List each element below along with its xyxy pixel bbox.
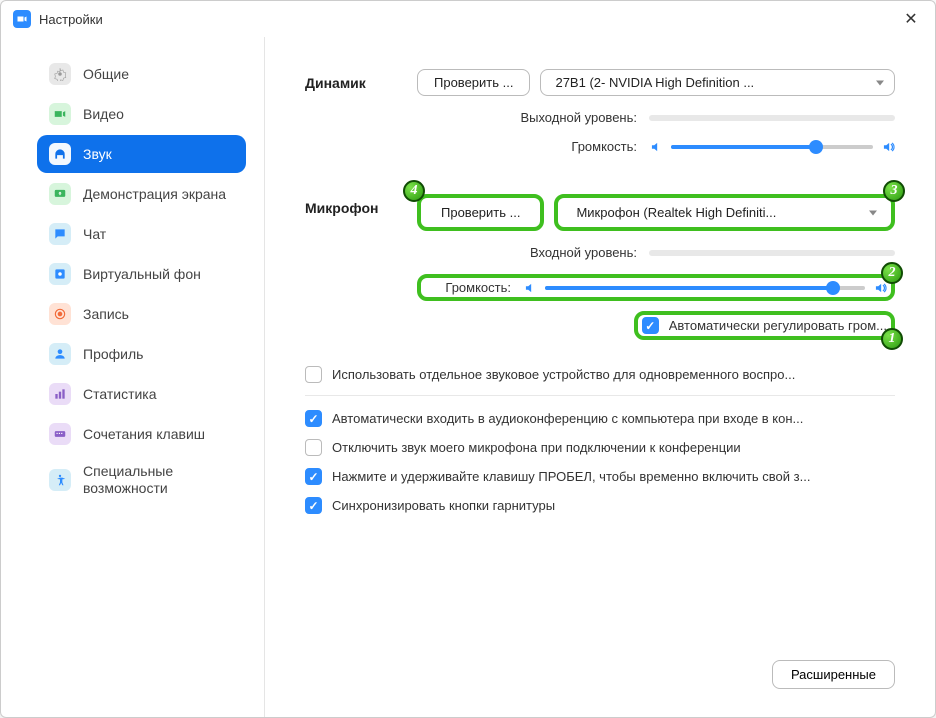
sidebar-item-label: Сочетания клавиш bbox=[83, 426, 205, 442]
volume-high-icon bbox=[873, 281, 887, 295]
separate-device-checkbox[interactable]: Использовать отдельное звуковое устройст… bbox=[305, 366, 895, 383]
stats-icon bbox=[49, 383, 71, 405]
chat-icon bbox=[49, 223, 71, 245]
headphones-icon bbox=[49, 143, 71, 165]
checkbox-icon bbox=[305, 468, 322, 485]
auto-join-audio-checkbox[interactable]: Автоматически входить в аудиоконференцию… bbox=[305, 410, 895, 427]
checkbox-label: Синхронизировать кнопки гарнитуры bbox=[332, 498, 895, 513]
sidebar-item-profile[interactable]: Профиль bbox=[37, 335, 246, 373]
speaker-section-label: Динамик bbox=[305, 69, 417, 91]
sidebar-item-shortcuts[interactable]: Сочетания клавиш bbox=[37, 415, 246, 453]
sidebar-item-recording[interactable]: Запись bbox=[37, 295, 246, 333]
auto-adjust-label: Автоматически регулировать гром... bbox=[669, 318, 887, 333]
sidebar-item-stats[interactable]: Статистика bbox=[37, 375, 246, 413]
sidebar-item-virtual-bg[interactable]: Виртуальный фон bbox=[37, 255, 246, 293]
advanced-button[interactable]: Расширенные bbox=[772, 660, 895, 689]
sidebar-item-label: Профиль bbox=[83, 346, 143, 362]
annotation-badge-2: 2 bbox=[881, 262, 903, 284]
accessibility-icon bbox=[49, 469, 71, 491]
sidebar-item-label: Видео bbox=[83, 106, 124, 122]
sidebar: Общие Видео Звук Демонстрация экрана Чат… bbox=[1, 37, 265, 717]
sidebar-item-accessibility[interactable]: Специальные возможности bbox=[37, 455, 246, 505]
sidebar-item-video[interactable]: Видео bbox=[37, 95, 246, 133]
mic-test-button[interactable]: Проверить ... bbox=[425, 200, 536, 225]
checkbox-label: Автоматически входить в аудиоконференцию… bbox=[332, 411, 895, 426]
keyboard-icon bbox=[49, 423, 71, 445]
output-level-label: Выходной уровень: bbox=[417, 110, 637, 125]
mic-volume-slider[interactable] bbox=[545, 286, 865, 290]
record-icon bbox=[49, 303, 71, 325]
sidebar-item-audio[interactable]: Звук bbox=[37, 135, 246, 173]
mic-volume-label: Громкость: bbox=[425, 280, 511, 295]
mic-device-dropdown[interactable]: Микрофон (Realtek High Definiti... bbox=[562, 200, 887, 225]
video-icon bbox=[49, 103, 71, 125]
checkbox-icon bbox=[642, 317, 659, 334]
annotation-badge-4: 4 bbox=[403, 180, 425, 202]
content-pane: Динамик Проверить ... 27B1 (2- NVIDIA Hi… bbox=[265, 37, 935, 717]
divider bbox=[305, 395, 895, 396]
gear-icon bbox=[49, 63, 71, 85]
window-title: Настройки bbox=[39, 12, 899, 27]
sidebar-item-label: Демонстрация экрана bbox=[83, 186, 226, 202]
share-screen-icon bbox=[49, 183, 71, 205]
volume-high-icon bbox=[881, 140, 895, 154]
speaker-output-level-meter bbox=[649, 115, 895, 121]
auto-adjust-checkbox-row[interactable]: Автоматически регулировать гром... bbox=[642, 317, 887, 334]
checkbox-icon bbox=[305, 439, 322, 456]
mic-section: Микрофон 4 Проверить ... 3 Микрофон bbox=[305, 194, 895, 358]
volume-low-icon bbox=[649, 140, 663, 154]
sidebar-item-label: Запись bbox=[83, 306, 129, 322]
mic-input-level-meter bbox=[649, 250, 895, 256]
checkbox-label: Отключить звук моего микрофона при подкл… bbox=[332, 440, 895, 455]
checkbox-icon bbox=[305, 410, 322, 427]
annotation-badge-1: 1 bbox=[881, 328, 903, 350]
mic-section-label: Микрофон bbox=[305, 194, 417, 216]
push-to-talk-checkbox[interactable]: Нажмите и удерживайте клавишу ПРОБЕЛ, чт… bbox=[305, 468, 895, 485]
speaker-volume-label: Громкость: bbox=[417, 139, 637, 154]
sidebar-item-general[interactable]: Общие bbox=[37, 55, 246, 93]
volume-low-icon bbox=[523, 281, 537, 295]
checkbox-icon bbox=[305, 497, 322, 514]
sidebar-item-label: Виртуальный фон bbox=[83, 266, 201, 282]
sidebar-item-share-screen[interactable]: Демонстрация экрана bbox=[37, 175, 246, 213]
sync-headset-checkbox[interactable]: Синхронизировать кнопки гарнитуры bbox=[305, 497, 895, 514]
close-button[interactable]: ✕ bbox=[899, 7, 923, 31]
titlebar: Настройки ✕ bbox=[1, 1, 935, 37]
app-icon bbox=[13, 10, 31, 28]
sidebar-item-label: Общие bbox=[83, 66, 129, 82]
sidebar-item-label: Звук bbox=[83, 146, 112, 162]
window-body: Общие Видео Звук Демонстрация экрана Чат… bbox=[1, 37, 935, 717]
sidebar-item-chat[interactable]: Чат bbox=[37, 215, 246, 253]
speaker-section: Динамик Проверить ... 27B1 (2- NVIDIA Hi… bbox=[305, 69, 895, 168]
checkbox-label: Нажмите и удерживайте клавишу ПРОБЕЛ, чт… bbox=[332, 469, 895, 484]
profile-icon bbox=[49, 343, 71, 365]
checkbox-icon bbox=[305, 366, 322, 383]
speaker-volume-slider[interactable] bbox=[671, 145, 873, 149]
annotation-badge-3: 3 bbox=[883, 180, 905, 202]
sidebar-item-label: Чат bbox=[83, 226, 106, 242]
sidebar-item-label: Специальные возможности bbox=[83, 463, 234, 497]
input-level-label: Входной уровень: bbox=[417, 245, 637, 260]
sidebar-item-label: Статистика bbox=[83, 386, 157, 402]
speaker-test-button[interactable]: Проверить ... bbox=[417, 69, 530, 96]
mute-on-join-checkbox[interactable]: Отключить звук моего микрофона при подкл… bbox=[305, 439, 895, 456]
virtual-bg-icon bbox=[49, 263, 71, 285]
settings-window: Настройки ✕ Общие Видео Звук Демонстраци… bbox=[0, 0, 936, 718]
checkbox-label: Использовать отдельное звуковое устройст… bbox=[332, 367, 895, 382]
speaker-device-dropdown[interactable]: 27B1 (2- NVIDIA High Definition ... bbox=[540, 69, 895, 96]
